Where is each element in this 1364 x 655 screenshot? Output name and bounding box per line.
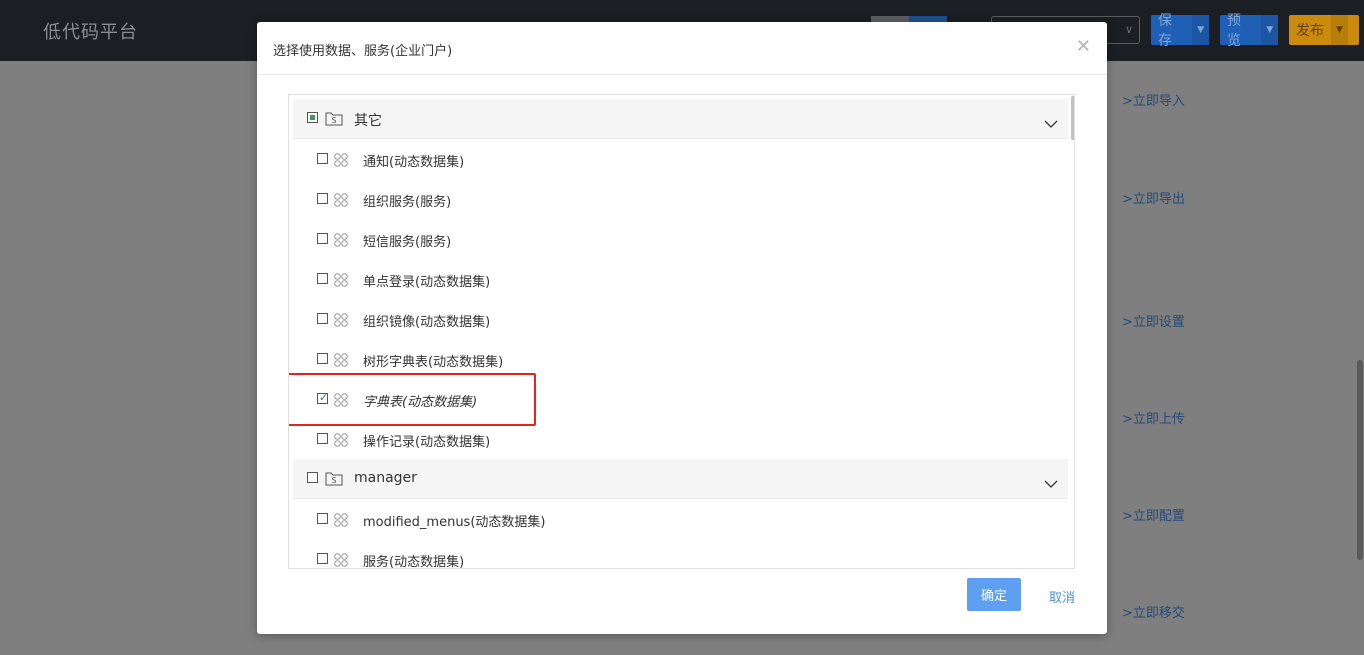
svg-text:S: S (331, 116, 336, 125)
item-checkbox[interactable] (317, 233, 328, 244)
group-row-other[interactable]: S 其它 (293, 99, 1068, 139)
group-row-manager[interactable]: S manager (293, 459, 1068, 499)
list-item[interactable]: 单点登录(动态数据集) (289, 259, 1069, 299)
group-checkbox[interactable] (307, 112, 318, 123)
config-link[interactable]: >立即配置 (1122, 505, 1185, 524)
confirm-button[interactable]: 确定 (967, 578, 1021, 611)
data-select-dialog: 选择使用数据、服务(企业门户) ✕ S 其它 通知(动态数据集) 组织服务(服务… (257, 22, 1107, 634)
group-label: manager (354, 470, 417, 486)
group-label: 其它 (354, 113, 382, 129)
dataset-icon (334, 232, 348, 251)
export-link[interactable]: >立即导出 (1122, 188, 1185, 207)
dataset-icon (334, 192, 348, 211)
item-label: 组织服务(服务) (363, 195, 452, 210)
preview-button[interactable]: 预览 ▼ (1220, 13, 1278, 49)
item-label: 单点登录(动态数据集) (363, 275, 491, 290)
dataset-icon (334, 552, 348, 568)
group-checkbox[interactable] (307, 472, 318, 483)
item-label: 组织镜像(动态数据集) (363, 315, 491, 330)
svg-text:S: S (331, 476, 336, 485)
tree-scrollbar[interactable] (1071, 96, 1074, 140)
chevron-down-icon[interactable] (1044, 473, 1058, 492)
item-checkbox[interactable] (317, 273, 328, 284)
cancel-button[interactable]: 取消 (1049, 587, 1075, 606)
save-button-label: 保存 (1158, 13, 1172, 49)
list-item[interactable]: modified_menus(动态数据集) (289, 499, 1069, 539)
list-item[interactable]: 组织镜像(动态数据集) (289, 299, 1069, 339)
data-tree: S 其它 通知(动态数据集) 组织服务(服务) 短信服务(服务) 单点登录(动态… (288, 94, 1075, 569)
item-label: modified_menus(动态数据集) (363, 515, 546, 530)
dataset-icon (334, 432, 348, 451)
item-label: 树形字典表(动态数据集) (363, 355, 504, 370)
app-title: 低代码平台 (43, 22, 138, 43)
caret-down-icon[interactable]: ▼ (1192, 15, 1209, 45)
dataset-icon (334, 352, 348, 371)
item-label: 操作记录(动态数据集) (363, 435, 491, 450)
publish-button[interactable]: 发布 ▼ (1289, 15, 1359, 45)
caret-down-icon[interactable]: ▼ (1261, 15, 1278, 45)
list-item[interactable]: 组织服务(服务) (289, 179, 1069, 219)
item-checkbox[interactable] (317, 313, 328, 324)
import-link[interactable]: >立即导入 (1122, 90, 1185, 109)
transfer-link[interactable]: >立即移交 (1122, 602, 1185, 621)
dataset-icon (334, 512, 348, 531)
dialog-header: 选择使用数据、服务(企业门户) ✕ (257, 22, 1107, 75)
list-item[interactable]: 服务(动态数据集) (289, 539, 1069, 569)
highlight-box (289, 373, 536, 426)
caret-down-icon[interactable]: ▼ (1331, 15, 1348, 45)
folder-icon: S (325, 470, 343, 490)
item-checkbox[interactable] (317, 553, 328, 564)
dataset-icon (334, 312, 348, 331)
page-scrollbar[interactable] (1357, 360, 1363, 560)
upload-link[interactable]: >立即上传 (1122, 408, 1185, 427)
publish-button-label: 发布 (1296, 23, 1324, 39)
list-item[interactable]: 短信服务(服务) (289, 219, 1069, 259)
item-checkbox[interactable] (317, 353, 328, 364)
item-label: 通知(动态数据集) (363, 155, 465, 170)
chevron-down-icon: ∨ (1124, 23, 1133, 36)
chevron-down-icon[interactable] (1044, 113, 1058, 132)
dataset-icon (334, 152, 348, 171)
item-checkbox[interactable] (317, 433, 328, 444)
item-checkbox[interactable] (317, 193, 328, 204)
item-checkbox[interactable] (317, 513, 328, 524)
item-checkbox[interactable] (317, 153, 328, 164)
item-label: 服务(动态数据集) (363, 555, 465, 569)
dataset-icon (334, 272, 348, 291)
save-button[interactable]: 保存 ▼ (1151, 13, 1209, 49)
item-label: 短信服务(服务) (363, 235, 452, 250)
settings-link[interactable]: >立即设置 (1122, 311, 1185, 330)
preview-button-label: 预览 (1227, 13, 1241, 49)
dialog-title: 选择使用数据、服务(企业门户) (273, 44, 453, 59)
close-icon[interactable]: ✕ (1076, 36, 1091, 57)
folder-icon: S (325, 110, 343, 130)
list-item[interactable]: 通知(动态数据集) (289, 139, 1069, 179)
